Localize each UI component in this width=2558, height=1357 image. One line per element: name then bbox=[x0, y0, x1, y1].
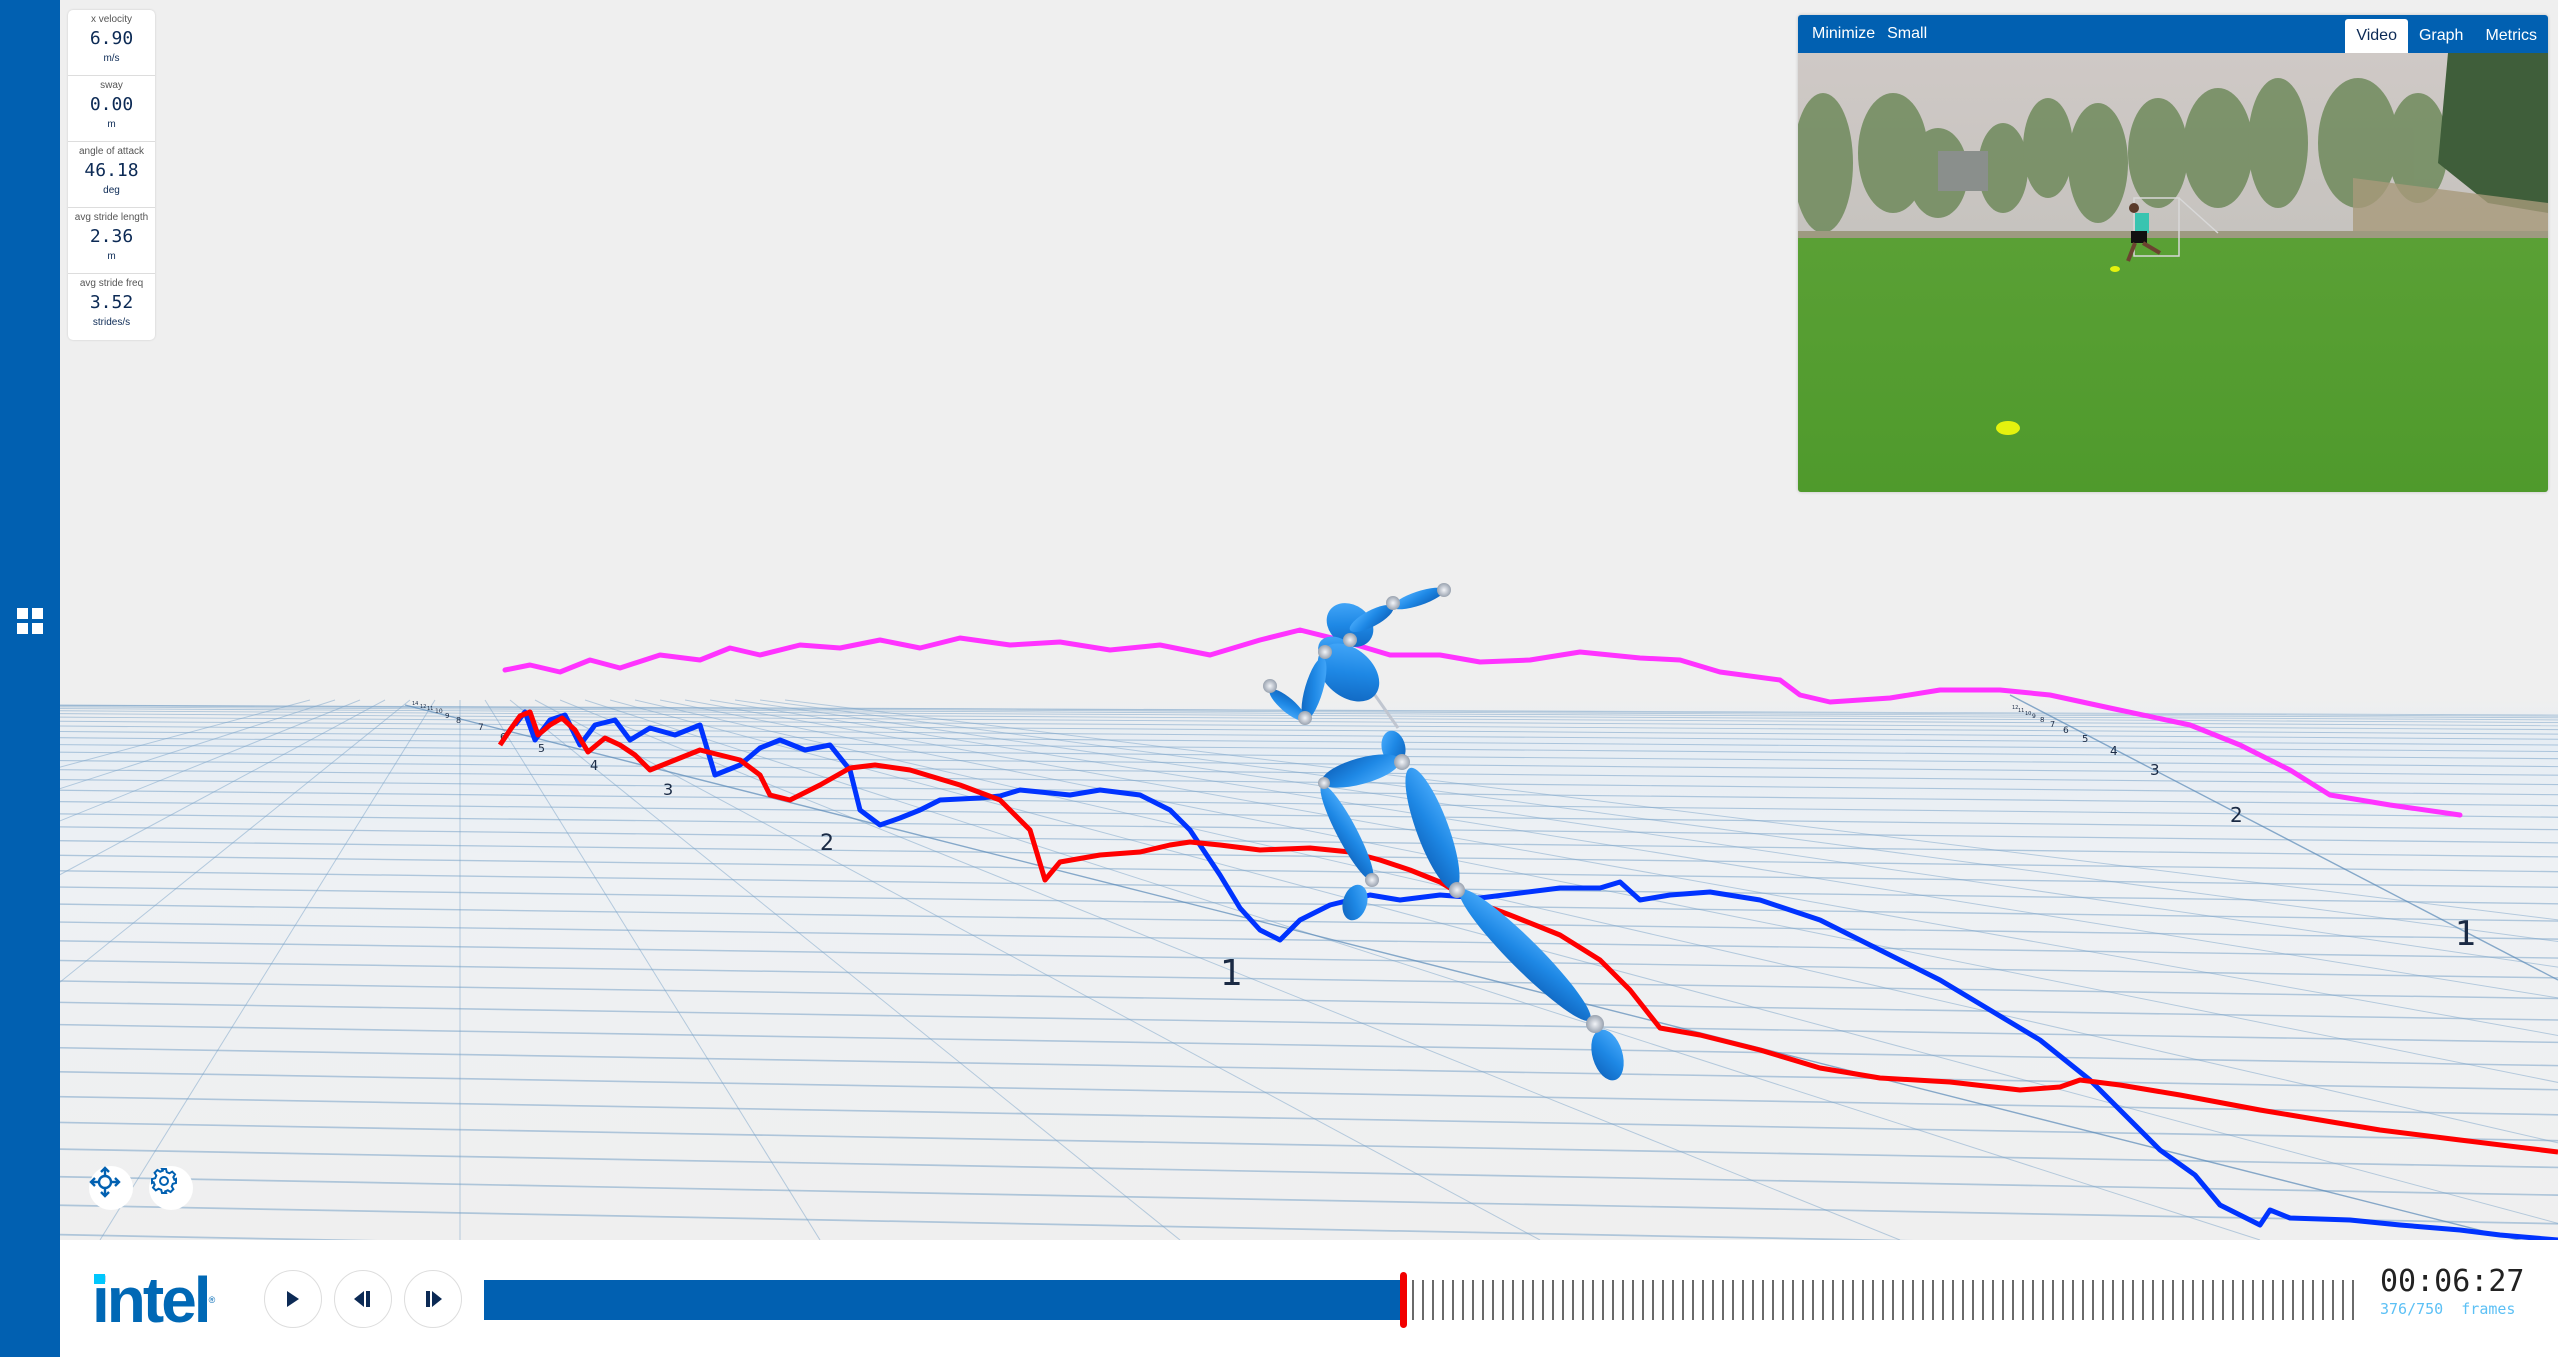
metric-value: 2.36 bbox=[89, 226, 134, 247]
play-button[interactable] bbox=[264, 1270, 322, 1328]
axis-label: 4 bbox=[2110, 744, 2118, 758]
move-button[interactable] bbox=[89, 1166, 133, 1210]
axis-label: 6 bbox=[2063, 726, 2069, 736]
metric-unit: m bbox=[107, 119, 116, 130]
axis-label: 1 bbox=[1220, 953, 1243, 994]
skeleton-joint bbox=[1394, 754, 1410, 770]
metric-unit: deg bbox=[103, 185, 120, 196]
metric-angle-of-attack: angle of attack 46.18 deg bbox=[68, 142, 155, 208]
move-icon bbox=[89, 1166, 121, 1198]
axis-label: 7 bbox=[2050, 720, 2055, 729]
minimize-button[interactable]: Minimize bbox=[1812, 15, 1883, 53]
grid-icon[interactable] bbox=[17, 608, 43, 634]
step-back-button[interactable] bbox=[334, 1270, 392, 1328]
axis-label: 12 bbox=[2012, 705, 2018, 711]
time-display: 00:06:27 bbox=[2380, 1264, 2525, 1299]
settings-icon bbox=[151, 1168, 177, 1194]
metric-unit: m bbox=[107, 251, 116, 262]
axis-label: 9 bbox=[445, 712, 449, 720]
step-forward-button[interactable] bbox=[404, 1270, 462, 1328]
tab-video[interactable]: Video bbox=[2345, 19, 2408, 53]
axis-label: 1 bbox=[2455, 914, 2477, 954]
axis-label: 8 bbox=[456, 716, 461, 725]
video-panel-header: Minimize Small Video Graph Metrics bbox=[1798, 15, 2548, 53]
metric-label: avg stride length bbox=[74, 212, 149, 223]
axis-label: 10 bbox=[435, 708, 443, 715]
metric-sway: sway 0.00 m bbox=[68, 76, 155, 142]
metric-unit: strides/s bbox=[92, 317, 131, 328]
axis-label: 2 bbox=[2230, 803, 2243, 827]
metric-value: 3.52 bbox=[89, 292, 134, 313]
axis-label: 3 bbox=[663, 780, 673, 799]
timeline-progress bbox=[484, 1280, 1403, 1320]
sidebar bbox=[0, 0, 60, 1357]
playhead[interactable] bbox=[1400, 1272, 1407, 1328]
metric-label: avg stride freq bbox=[79, 278, 144, 289]
video-frame-image bbox=[1798, 53, 2548, 492]
skeleton-joint bbox=[1386, 596, 1400, 610]
skeleton-joint bbox=[1343, 633, 1357, 647]
video-panel: Minimize Small Video Graph Metrics bbox=[1798, 15, 2548, 492]
axis-label: 8 bbox=[2040, 716, 2044, 724]
skeleton-joint bbox=[1318, 777, 1330, 789]
playback-bar: intel® 00:06:27 376/750 frames bbox=[60, 1240, 2558, 1357]
frame-counter: 376/750 frames bbox=[2380, 1300, 2516, 1318]
axis-label: 3 bbox=[2150, 761, 2160, 779]
axis-label: 12 bbox=[420, 704, 426, 710]
step-forward-icon bbox=[426, 1291, 442, 1307]
tab-metrics[interactable]: Metrics bbox=[2474, 19, 2548, 53]
axis-label: 14 bbox=[412, 701, 418, 707]
metric-x-velocity: x velocity 6.90 m/s bbox=[68, 10, 155, 76]
axis-label: 9 bbox=[2032, 713, 2036, 720]
axis-label: 5 bbox=[538, 742, 545, 755]
logo-text: intel bbox=[92, 1264, 212, 1336]
tab-graph[interactable]: Graph bbox=[2408, 19, 2474, 53]
play-icon bbox=[287, 1291, 299, 1307]
metric-unit: m/s bbox=[103, 53, 120, 64]
small-button[interactable]: Small bbox=[1887, 15, 1935, 53]
metric-label: sway bbox=[100, 80, 123, 91]
metric-avg-stride-freq: avg stride freq 3.52 strides/s bbox=[68, 274, 155, 340]
metric-label: x velocity bbox=[90, 14, 133, 25]
metric-label: angle of attack bbox=[78, 146, 145, 157]
axis-label: 7 bbox=[478, 723, 484, 733]
skeleton-joint bbox=[1318, 645, 1332, 659]
axis-label: 11 bbox=[427, 706, 433, 712]
skeleton-joint bbox=[1586, 1015, 1604, 1033]
video-player[interactable] bbox=[1798, 53, 2548, 492]
axis-label: 10 bbox=[2025, 711, 2031, 717]
skeleton-joint bbox=[1449, 882, 1465, 898]
axis-label: 11 bbox=[2018, 708, 2024, 714]
timeline-scrubber[interactable] bbox=[484, 1272, 2355, 1328]
skeleton-joint bbox=[1365, 873, 1379, 887]
metric-value: 46.18 bbox=[84, 160, 139, 181]
intel-logo: intel® bbox=[92, 1264, 216, 1336]
axis-label: 4 bbox=[590, 759, 598, 774]
metric-value: 6.90 bbox=[89, 28, 134, 49]
settings-button[interactable] bbox=[149, 1166, 193, 1210]
metrics-panel: x velocity 6.90 m/s sway 0.00 m angle of… bbox=[68, 10, 155, 340]
metric-avg-stride-length: avg stride length 2.36 m bbox=[68, 208, 155, 274]
step-back-icon bbox=[354, 1291, 370, 1307]
axis-label: 5 bbox=[2082, 734, 2088, 745]
metric-value: 0.00 bbox=[89, 94, 134, 115]
timeline-ticks bbox=[1412, 1280, 2354, 1320]
skeleton-joint bbox=[1437, 583, 1451, 597]
axis-label: 2 bbox=[820, 831, 834, 856]
skeleton-joint bbox=[1263, 679, 1277, 693]
skeleton-joint bbox=[1298, 711, 1312, 725]
